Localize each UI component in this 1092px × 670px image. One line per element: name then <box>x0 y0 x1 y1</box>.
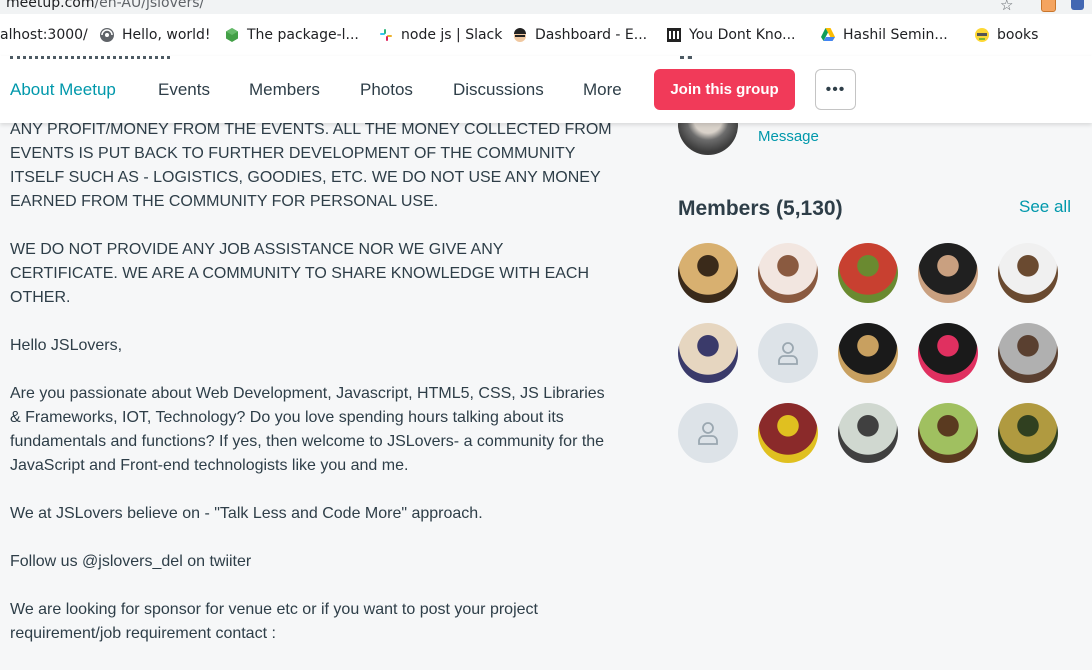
url-text[interactable]: meetup.com/en-AU/jslovers/ <box>6 0 204 11</box>
member-avatar[interactable] <box>838 243 898 303</box>
about-paragraph: Hello JSLovers, <box>10 337 123 354</box>
bookmark-item[interactable]: Dashboard - E... <box>512 25 647 45</box>
browser-url-bar[interactable]: meetup.com/en-AU/jslovers/ ☆ <box>0 0 1092 14</box>
bookmarks-bar: alhost:3000/ Hello, world! The package-l… <box>0 14 1092 57</box>
member-avatar[interactable] <box>758 243 818 303</box>
tab-photos[interactable]: Photos <box>360 80 413 100</box>
bookmark-star-icon[interactable]: ☆ <box>1000 0 1013 14</box>
bookmark-item[interactable]: books <box>974 25 1038 45</box>
bookmark-label: books <box>997 27 1039 43</box>
bookmark-item[interactable]: Hello, world! <box>99 25 211 45</box>
tab-discussions[interactable]: Discussions <box>453 80 544 100</box>
bookmark-label: alhost:3000/ <box>0 27 88 43</box>
url-path: /en-AU/jslovers/ <box>94 0 205 11</box>
member-avatar[interactable] <box>838 323 898 383</box>
user-placeholder-icon <box>778 342 798 365</box>
globe-icon <box>99 27 115 43</box>
about-paragraph: Are you passionate about Web Development… <box>10 385 605 474</box>
join-group-button[interactable]: Join this group <box>654 69 795 110</box>
user-placeholder-icon <box>698 422 718 445</box>
bookmark-label: Hello, world! <box>122 27 211 43</box>
google-drive-icon <box>820 27 836 43</box>
bookmark-label: Dashboard - E... <box>535 27 648 43</box>
tab-more[interactable]: More <box>583 80 622 100</box>
bookmark-item[interactable]: alhost:3000/ <box>0 25 88 45</box>
message-link[interactable]: Message <box>758 128 819 145</box>
about-paragraph: Follow us @jslovers_del on twiiter <box>10 553 252 570</box>
bookmark-item[interactable]: node js | Slack <box>378 25 502 45</box>
extension-icon[interactable] <box>1071 0 1084 10</box>
bookmark-label: Hashil Semin... <box>843 27 948 43</box>
member-avatar[interactable] <box>918 403 978 463</box>
ninja-avatar-icon <box>512 27 528 43</box>
bookmark-item[interactable]: The package-l... <box>224 25 359 45</box>
github-repo-icon <box>666 27 682 43</box>
member-avatar[interactable] <box>918 243 978 303</box>
extension-icon[interactable] <box>1041 0 1056 12</box>
tab-events[interactable]: Events <box>158 80 210 100</box>
see-all-members-link[interactable]: See all <box>1019 197 1071 217</box>
slack-icon <box>378 27 394 43</box>
member-avatar[interactable] <box>998 243 1058 303</box>
members-title: Members (5,130) <box>678 197 843 220</box>
tab-members[interactable]: Members <box>249 80 320 100</box>
member-avatar[interactable] <box>838 403 898 463</box>
bookmark-label: node js | Slack <box>401 27 503 43</box>
folder-emoji-icon <box>974 27 990 43</box>
about-paragraph: We are looking for sponsor for venue etc… <box>10 601 538 642</box>
member-avatar[interactable] <box>998 323 1058 383</box>
member-avatar-placeholder[interactable] <box>678 403 738 463</box>
bookmark-label: You Dont Kno... <box>689 27 796 43</box>
tab-about-meetup[interactable]: About Meetup <box>10 80 116 100</box>
bookmark-item[interactable]: You Dont Kno... <box>666 25 795 45</box>
bookmark-label: The package-l... <box>247 27 359 43</box>
nodejs-hexagon-icon <box>224 27 240 43</box>
member-avatar[interactable] <box>998 403 1058 463</box>
about-description: ANY PROFIT/MONEY FROM THE EVENTS. ALL TH… <box>10 118 615 670</box>
group-nav-bar: About Meetup Events Members Photos Discu… <box>0 56 1092 123</box>
about-paragraph: We at JSLovers believe on - "Talk Less a… <box>10 505 483 522</box>
overflow-menu-button[interactable]: ••• <box>815 69 856 110</box>
obscured-heading <box>10 56 170 63</box>
about-paragraph: ANY PROFIT/MONEY FROM THE EVENTS. ALL TH… <box>10 121 612 210</box>
member-avatar-placeholder[interactable] <box>758 323 818 383</box>
ellipsis-icon: ••• <box>825 80 846 98</box>
about-paragraph: WE DO NOT PROVIDE ANY JOB ASSISTANCE NOR… <box>10 241 590 306</box>
member-avatar[interactable] <box>918 323 978 383</box>
bookmark-item[interactable]: Hashil Semin... <box>820 25 948 45</box>
member-avatar[interactable] <box>678 243 738 303</box>
member-avatar[interactable] <box>758 403 818 463</box>
url-domain: meetup.com <box>6 0 95 11</box>
member-avatar[interactable] <box>678 323 738 383</box>
obscured-heading <box>680 56 692 63</box>
